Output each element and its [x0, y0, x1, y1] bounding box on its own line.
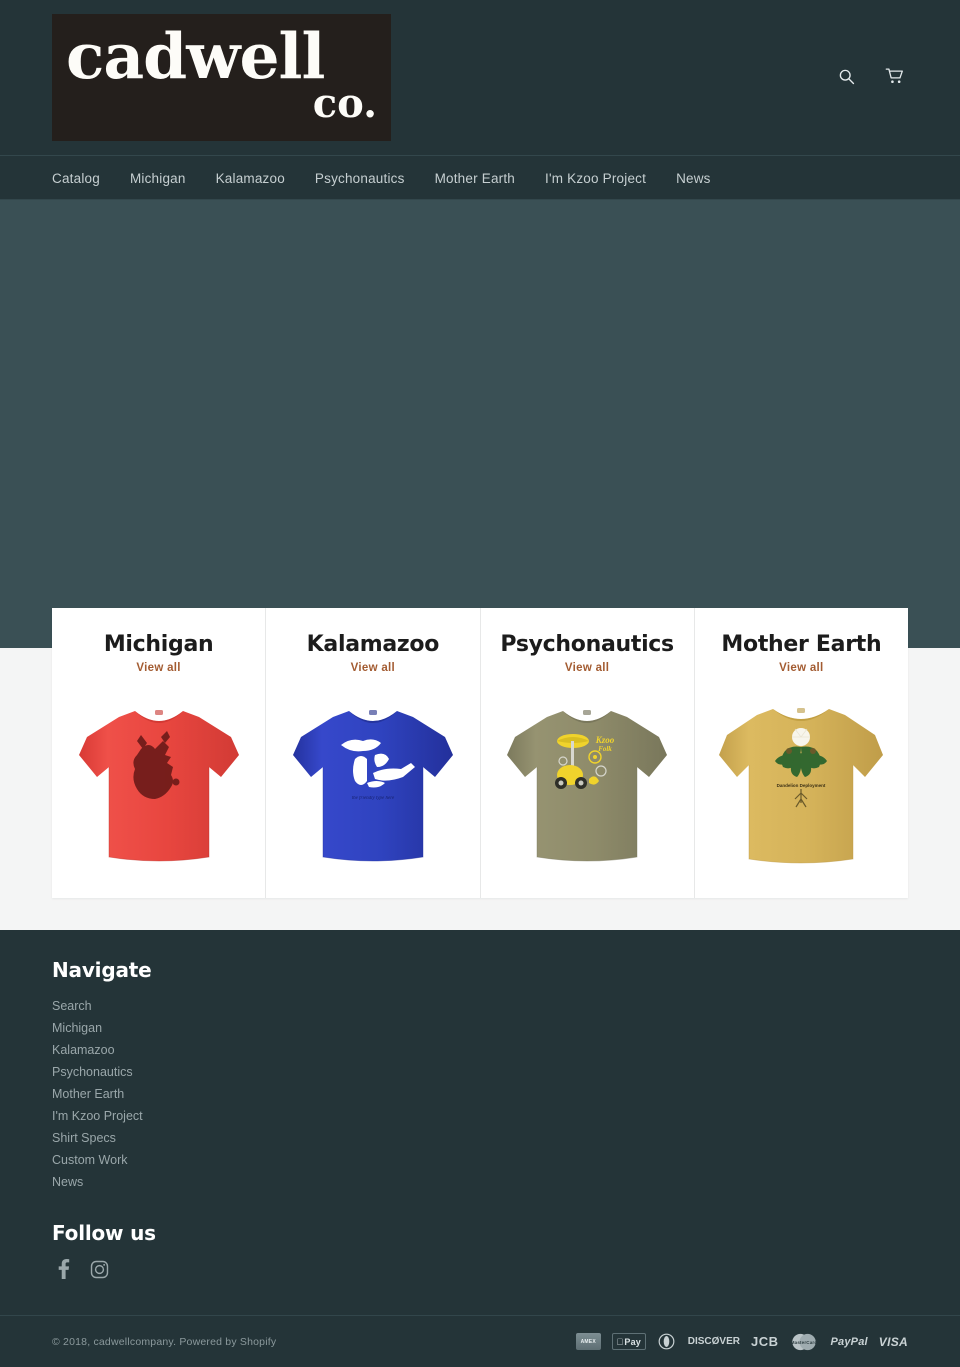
- footer-link-shirt-specs[interactable]: Shirt Specs: [52, 1127, 908, 1149]
- discover-icon: DISCØVER: [687, 1336, 740, 1347]
- paypal-icon: PayPal: [830, 1335, 868, 1348]
- footer-link-psychonautics[interactable]: Psychonautics: [52, 1061, 908, 1083]
- tshirt-dandelion-icon: Dandelion Deployment: [719, 708, 884, 864]
- footer-link-im-kzoo-project[interactable]: I'm Kzoo Project: [52, 1105, 908, 1127]
- copyright-text: © 2018, cadwellcompany. Powered by Shopi…: [52, 1335, 277, 1348]
- nav-inner: Catalog Michigan Kalamazoo Psychonautics…: [0, 156, 960, 201]
- site-logo[interactable]: cadwell co.: [52, 14, 391, 141]
- view-all-link[interactable]: View all: [62, 662, 255, 674]
- facebook-icon[interactable]: [52, 1258, 74, 1280]
- social-links: [52, 1258, 908, 1280]
- collection-title: Michigan: [103, 632, 214, 657]
- jcb-icon: JCB: [750, 1334, 779, 1349]
- mastercard-glyph: MasterCard: [791, 1333, 818, 1350]
- nav-item-im-kzoo-project[interactable]: I'm Kzoo Project: [545, 171, 646, 186]
- footer-follow-heading: Follow us: [52, 1221, 156, 1245]
- apple-pay-label: Pay: [620, 1336, 640, 1347]
- site-footer: Navigate Search Michigan Kalamazoo Psych…: [0, 930, 960, 1367]
- footer-navigate-heading: Navigate: [52, 958, 152, 982]
- svg-text:the friendly type here: the friendly type here: [352, 796, 395, 801]
- footer-link-mother-earth[interactable]: Mother Earth: [52, 1083, 908, 1105]
- logo-text-primary: cadwell: [66, 18, 325, 93]
- collection-title: Mother Earth: [721, 632, 882, 657]
- footer-bottom-bar: © 2018, cadwellcompany. Powered by Shopi…: [0, 1315, 960, 1367]
- nav-item-catalog[interactable]: Catalog: [52, 171, 100, 186]
- collection-title: Psychonautics: [500, 632, 674, 657]
- tshirt-michigan-heart-icon: [78, 710, 239, 862]
- cart-icon[interactable]: [880, 62, 908, 90]
- tshirt-great-lakes-icon: the friendly type here: [292, 710, 453, 862]
- collection-image: the friendly type here: [276, 696, 469, 876]
- nav-item-michigan[interactable]: Michigan: [130, 171, 186, 186]
- footer-link-kalamazoo[interactable]: Kalamazoo: [52, 1039, 908, 1061]
- main-navigation: Catalog Michigan Kalamazoo Psychonautics…: [0, 155, 960, 200]
- header-icon-group: [832, 62, 908, 90]
- svg-text:Folk: Folk: [598, 745, 612, 753]
- svg-text:MasterCard: MasterCard: [791, 1339, 818, 1344]
- amex-icon: AMEX: [575, 1333, 601, 1350]
- collection-card-mother-earth[interactable]: Mother Earth View all Dandelion Deployme…: [695, 608, 908, 898]
- footer-link-news[interactable]: News: [52, 1171, 908, 1193]
- hero-banner: [0, 200, 960, 650]
- footer-link-search[interactable]: Search: [52, 995, 908, 1017]
- page-root: cadwell co. Catalog Michigan Kalamazoo P…: [0, 0, 960, 1367]
- view-all-link[interactable]: View all: [705, 662, 898, 674]
- logo-text-secondary: co.: [312, 80, 377, 128]
- footer-inner: Navigate Search Michigan Kalamazoo Psych…: [0, 930, 960, 1280]
- collection-image: [62, 696, 255, 876]
- payment-icon-row: AMEX Pay DISCØVER JCB MasterCard: [575, 1333, 908, 1350]
- nav-item-kalamazoo[interactable]: Kalamazoo: [216, 171, 285, 186]
- collection-card-michigan[interactable]: Michigan View all: [52, 608, 267, 899]
- collection-card-kalamazoo[interactable]: Kalamazoo View all the friendly type her…: [266, 608, 481, 899]
- collection-image: Kzoo Folk: [491, 696, 684, 876]
- search-icon[interactable]: [832, 62, 860, 90]
- diners-glyph: [658, 1333, 675, 1350]
- footer-navigate-list: Search Michigan Kalamazoo Psychonautics …: [52, 995, 908, 1193]
- collection-image: Dandelion Deployment: [705, 696, 898, 876]
- nav-item-news[interactable]: News: [676, 171, 711, 186]
- collection-card-psychonautics[interactable]: Psychonautics View all Kzoo Folk: [481, 608, 695, 899]
- view-all-link[interactable]: View all: [491, 662, 684, 674]
- nav-item-mother-earth[interactable]: Mother Earth: [435, 171, 515, 186]
- footer-link-custom-work[interactable]: Custom Work: [52, 1149, 908, 1171]
- diners-club-icon: [657, 1333, 677, 1350]
- view-all-link[interactable]: View all: [276, 662, 469, 674]
- footer-link-michigan[interactable]: Michigan: [52, 1017, 908, 1039]
- svg-text:Kzoo: Kzoo: [595, 735, 615, 745]
- visa-icon: VISA: [878, 1334, 908, 1349]
- follow-us-block: Follow us: [52, 1221, 908, 1280]
- collection-list: Michigan View all Kalamazoo View all the…: [52, 608, 908, 899]
- tshirt-kzoo-scooter-mushroom-icon: Kzoo Folk: [507, 710, 668, 862]
- header-inner: cadwell co.: [0, 0, 960, 155]
- collection-title: Kalamazoo: [306, 632, 440, 657]
- instagram-icon[interactable]: [88, 1258, 110, 1280]
- mastercard-icon: MasterCard: [789, 1333, 819, 1350]
- site-header: cadwell co.: [0, 0, 960, 155]
- svg-text:Dandelion Deployment: Dandelion Deployment: [777, 783, 826, 788]
- collection-section: Michigan View all Kalamazoo View all the…: [0, 608, 960, 930]
- apple-pay-icon: Pay: [611, 1333, 646, 1350]
- nav-item-psychonautics[interactable]: Psychonautics: [315, 171, 405, 186]
